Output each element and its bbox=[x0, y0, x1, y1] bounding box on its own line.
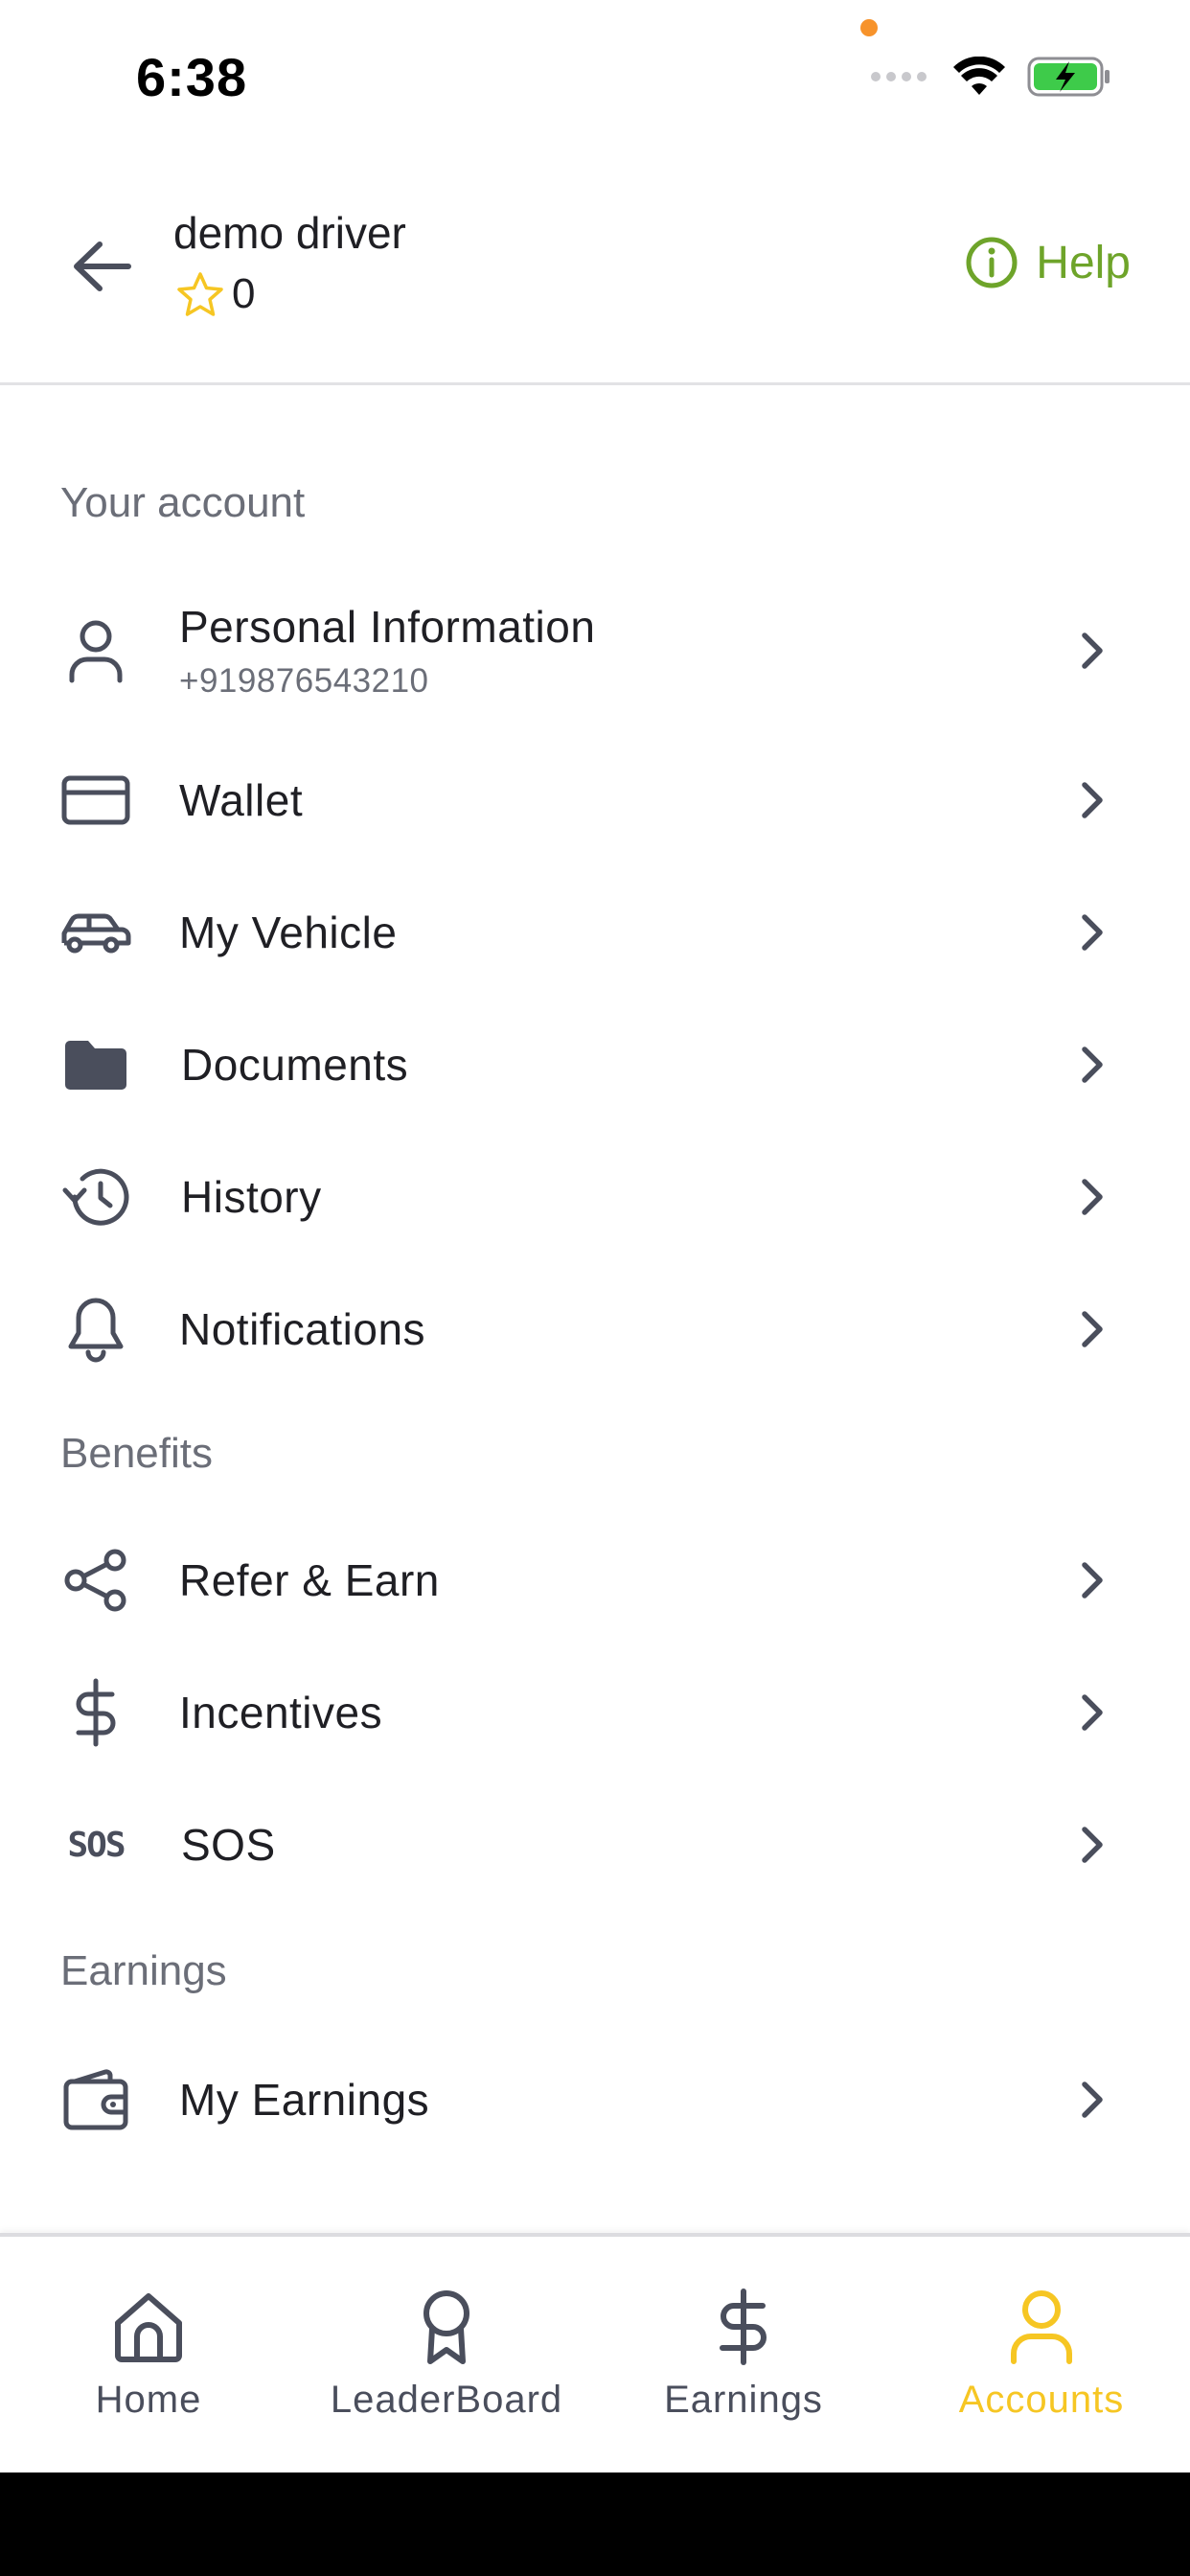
bottom-tab-bar: Home LeaderBoard Earnings Accounts bbox=[0, 2233, 1190, 2472]
my-vehicle-label: My Vehicle bbox=[179, 908, 398, 957]
history-icon bbox=[59, 1161, 132, 1233]
chevron-right-icon bbox=[1073, 1173, 1111, 1221]
chevron-right-icon bbox=[1073, 776, 1111, 824]
menu-item-personal-information[interactable]: Personal Information +919876543210 bbox=[0, 588, 1190, 713]
menu-item-refer-earn[interactable]: Refer & Earn bbox=[0, 1518, 1190, 1643]
info-icon bbox=[966, 237, 1018, 288]
rating-value: 0 bbox=[232, 270, 256, 317]
credit-card-icon bbox=[59, 764, 132, 837]
menu-item-incentives[interactable]: Incentives bbox=[0, 1650, 1190, 1775]
user-icon bbox=[1011, 2290, 1072, 2364]
help-button[interactable]: Help bbox=[965, 236, 1131, 289]
section-title-benefits: Benefits bbox=[60, 1430, 213, 1477]
wallet-label: Wallet bbox=[179, 775, 304, 825]
tab-earnings-label: Earnings bbox=[664, 2379, 823, 2421]
bell-icon bbox=[59, 1293, 132, 1366]
documents-label: Documents bbox=[181, 1040, 409, 1090]
star-icon bbox=[177, 272, 223, 316]
wifi-icon bbox=[953, 57, 1005, 95]
status-bar: 6:38 bbox=[0, 0, 1190, 144]
profile-header: demo driver 0 Help bbox=[0, 182, 1190, 385]
driver-rating: 0 bbox=[176, 270, 255, 318]
home-indicator-area bbox=[0, 2472, 1190, 2576]
help-label: Help bbox=[1036, 237, 1131, 288]
section-title-earnings: Earnings bbox=[60, 1947, 227, 1994]
history-label: History bbox=[181, 1172, 322, 1222]
award-icon bbox=[423, 2290, 469, 2364]
personal-information-text: Personal Information +919876543210 bbox=[179, 601, 595, 701]
driver-name: demo driver bbox=[173, 208, 406, 258]
chevron-right-icon bbox=[1073, 1305, 1111, 1353]
sos-label: SOS bbox=[181, 1820, 276, 1870]
chevron-right-icon bbox=[1073, 627, 1111, 675]
tab-home[interactable]: Home bbox=[5, 2288, 292, 2442]
arrow-left-icon bbox=[74, 242, 131, 291]
refer-earn-label: Refer & Earn bbox=[179, 1555, 440, 1605]
back-button[interactable] bbox=[63, 228, 140, 305]
menu-item-sos[interactable]: SOS SOS bbox=[0, 1782, 1190, 1907]
tab-leaderboard-label: LeaderBoard bbox=[330, 2379, 563, 2421]
phone-number: +919876543210 bbox=[179, 662, 429, 700]
chevron-right-icon bbox=[1073, 1689, 1111, 1736]
battery-charging-icon bbox=[1027, 57, 1110, 97]
home-icon bbox=[115, 2293, 182, 2362]
tab-leaderboard[interactable]: LeaderBoard bbox=[303, 2288, 590, 2442]
section-title-account: Your account bbox=[60, 479, 306, 526]
menu-item-wallet[interactable]: Wallet bbox=[0, 738, 1190, 862]
dollar-icon bbox=[59, 1676, 132, 1749]
sos-icon: SOS bbox=[59, 1808, 132, 1881]
notifications-label: Notifications bbox=[179, 1304, 426, 1354]
dollar-icon bbox=[720, 2288, 767, 2365]
incentives-label: Incentives bbox=[179, 1688, 383, 1737]
chevron-right-icon bbox=[1073, 908, 1111, 956]
menu-item-notifications[interactable]: Notifications bbox=[0, 1267, 1190, 1392]
share-icon bbox=[59, 1544, 132, 1617]
sos-icon-text: SOS bbox=[67, 1825, 126, 1865]
chevron-right-icon bbox=[1073, 1041, 1111, 1089]
tab-earnings[interactable]: Earnings bbox=[600, 2288, 887, 2442]
menu-item-history[interactable]: History bbox=[0, 1135, 1190, 1259]
my-earnings-label: My Earnings bbox=[179, 2075, 430, 2125]
chevron-right-icon bbox=[1073, 1556, 1111, 1604]
car-icon bbox=[59, 896, 132, 969]
personal-information-label: Personal Information bbox=[179, 602, 596, 652]
status-icons bbox=[870, 56, 1111, 98]
folder-icon bbox=[59, 1028, 132, 1101]
menu-item-my-earnings[interactable]: My Earnings bbox=[0, 2037, 1190, 2162]
chevron-right-icon bbox=[1073, 2076, 1111, 2124]
menu-item-my-vehicle[interactable]: My Vehicle bbox=[0, 870, 1190, 995]
user-icon bbox=[59, 614, 132, 687]
tab-accounts-label: Accounts bbox=[958, 2379, 1125, 2421]
menu-item-documents[interactable]: Documents bbox=[0, 1002, 1190, 1127]
privacy-indicator-dot bbox=[860, 19, 878, 36]
tab-accounts[interactable]: Accounts bbox=[898, 2288, 1185, 2442]
tab-home-label: Home bbox=[95, 2379, 202, 2421]
cellular-signal-icon bbox=[871, 72, 927, 81]
chevron-right-icon bbox=[1073, 1821, 1111, 1869]
wallet-icon bbox=[59, 2063, 132, 2136]
status-time: 6:38 bbox=[136, 47, 248, 107]
